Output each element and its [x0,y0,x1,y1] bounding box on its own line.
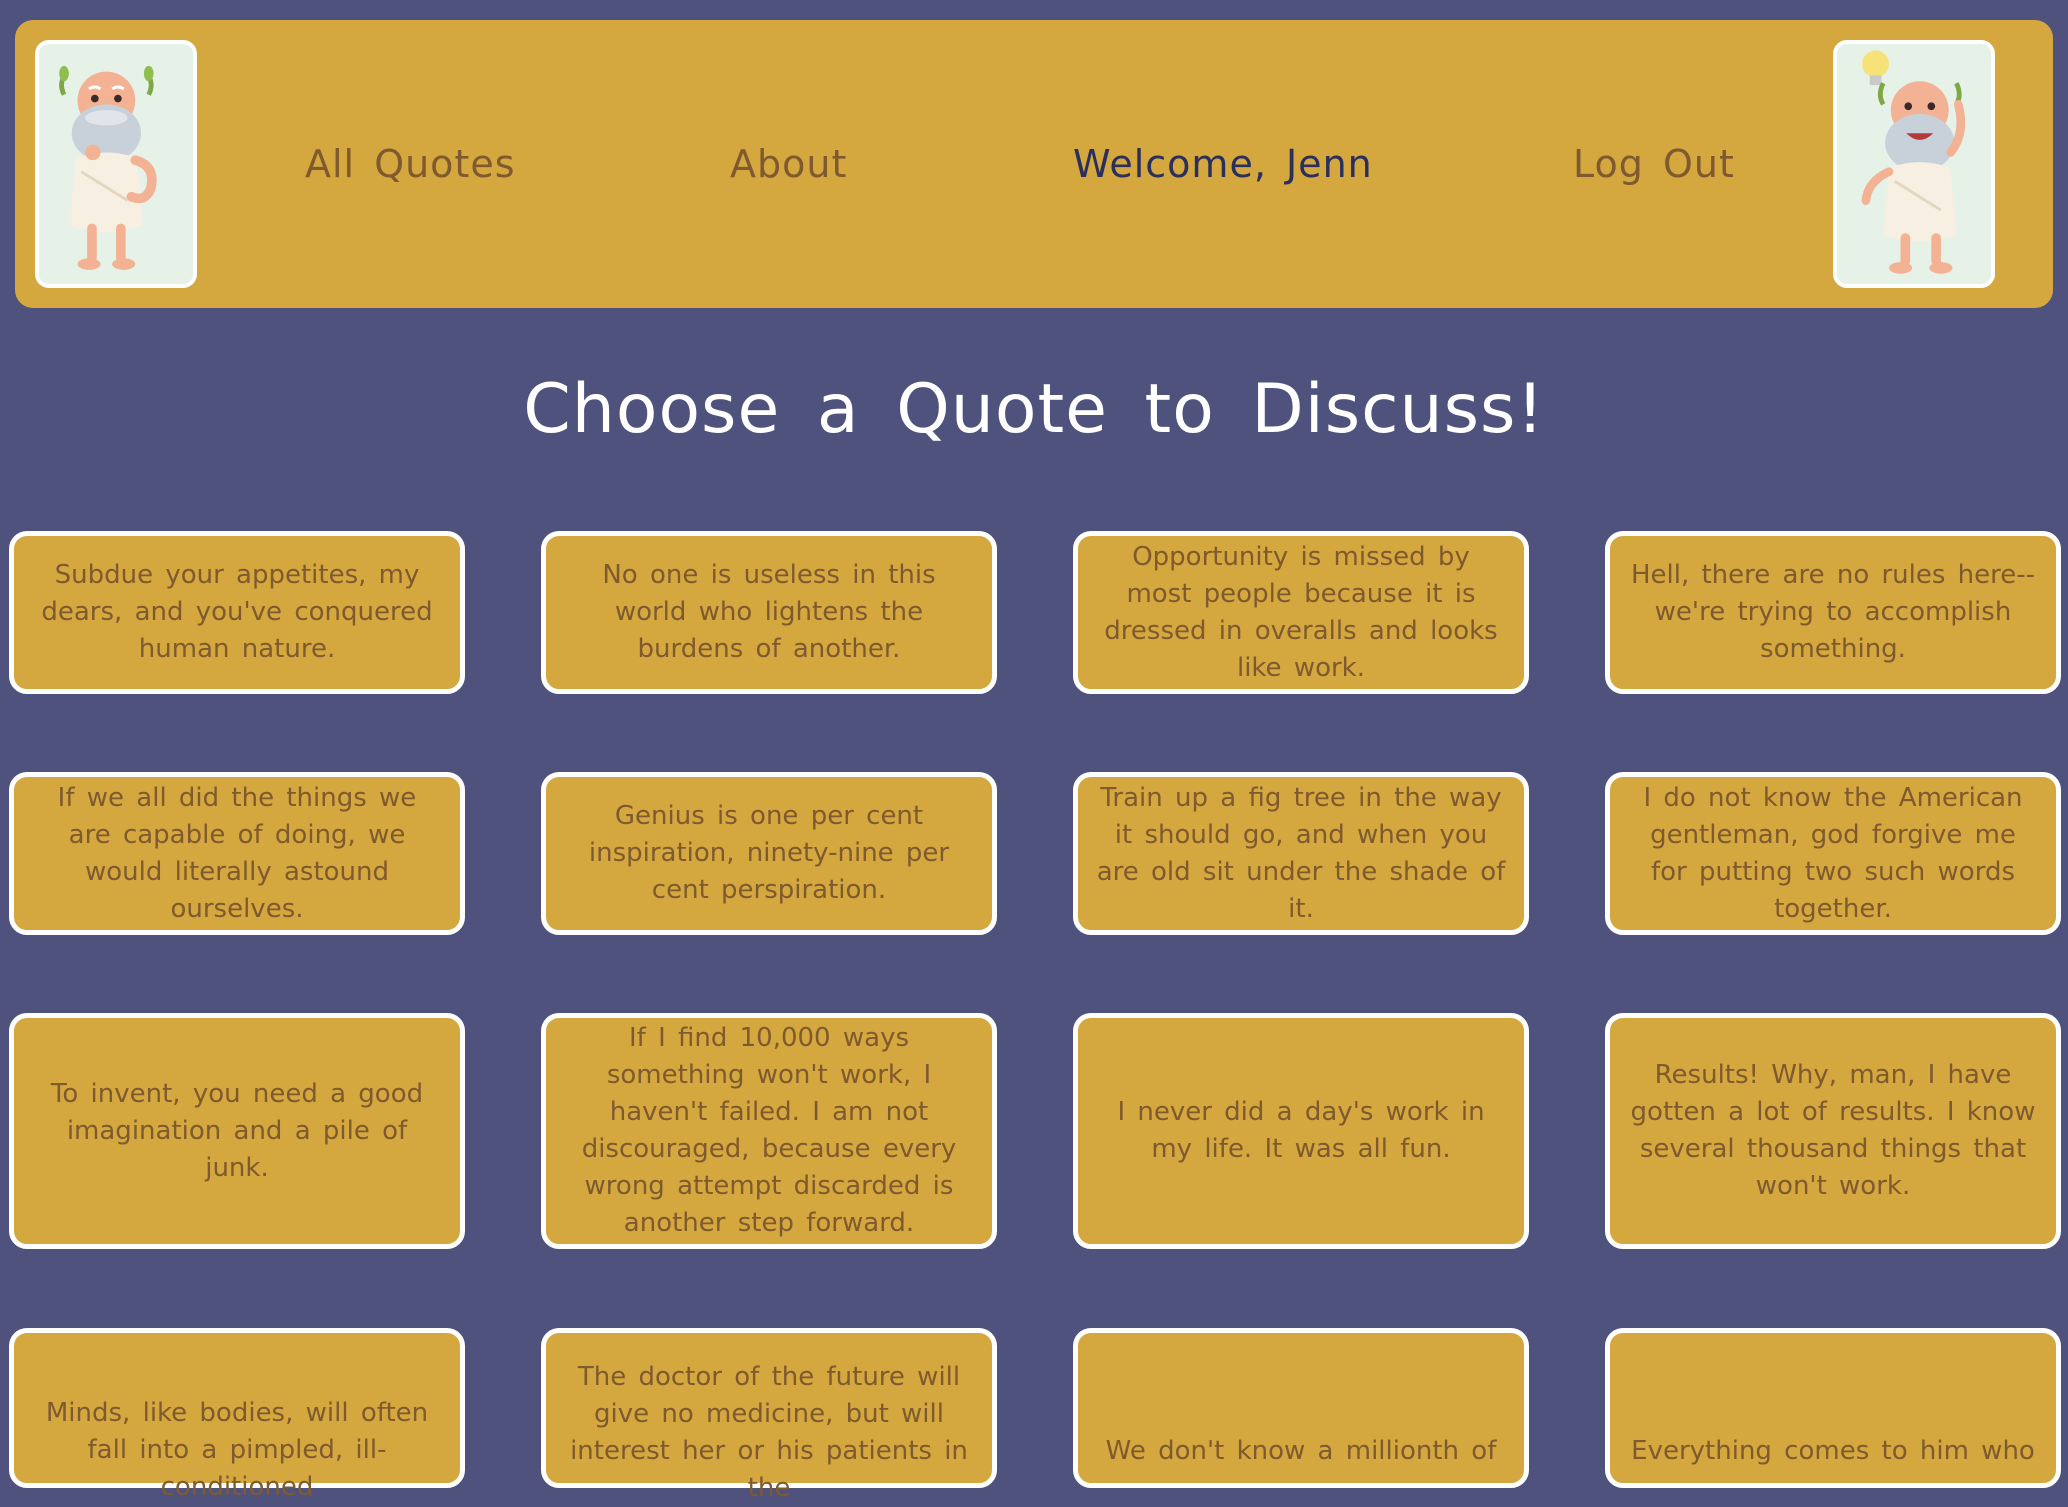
welcome-user-text: Welcome, Jenn [1073,142,1373,186]
idea-philosopher-icon [1833,40,1995,288]
quote-card[interactable]: The doctor of the future will give no me… [541,1328,997,1503]
quote-text: I never did a day's work in my life. It … [1117,1097,1485,1164]
quote-text: Opportunity is missed by most people bec… [1104,541,1498,683]
quote-card[interactable]: Opportunity is missed by most people bec… [1073,531,1529,694]
quote-text: We don't know a millionth of [1105,1436,1497,1466]
quote-card[interactable]: If I find 10,000 ways something won't wo… [541,1013,997,1249]
quote-card[interactable]: Train up a fig tree in the way it should… [1073,772,1529,935]
quote-card[interactable]: I do not know the American gentleman, go… [1605,772,2061,935]
nav-logout-link[interactable]: Log Out [1573,140,1735,188]
quote-card[interactable]: Everything comes to him who [1605,1328,2061,1488]
quote-text: To invent, you need a good imagination a… [50,1078,424,1183]
quote-text: Hell, there are no rules here-- we're tr… [1630,560,2036,664]
quote-text: Results! Why, man, I have gotten a lot o… [1630,1060,2036,1201]
top-navigation-bar: All Quotes About Welcome, Jenn Log Out [15,20,2053,308]
quote-card[interactable]: I never did a day's work in my life. It … [1073,1013,1529,1249]
quote-card[interactable]: We don't know a millionth of [1073,1328,1529,1488]
quote-card[interactable]: Minds, like bodies, will often fall into… [9,1328,465,1502]
quote-card[interactable]: To invent, you need a good imagination a… [9,1013,465,1249]
quote-text: If we all did the things we are capable … [57,782,417,924]
thinking-philosopher-icon [35,40,197,288]
quote-text: Train up a fig tree in the way it should… [1096,782,1506,924]
quote-card[interactable]: No one is useless in this world who ligh… [541,531,997,694]
page-title: Choose a Quote to Discuss! [523,370,1545,449]
quote-card[interactable]: Results! Why, man, I have gotten a lot o… [1605,1013,2061,1249]
quote-text: The doctor of the future will give no me… [570,1362,968,1503]
quote-text: If I find 10,000 ways something won't wo… [581,1023,957,1238]
quote-card[interactable]: Genius is one per cent inspiration, nine… [541,772,997,935]
quote-text: No one is useless in this world who ligh… [602,560,936,664]
nav-all-quotes-link[interactable]: All Quotes [305,140,516,188]
quote-text: Genius is one per cent inspiration, nine… [588,801,950,905]
quote-text: Subdue your appetites, my dears, and you… [41,560,433,664]
quote-text: I do not know the American gentleman, go… [1643,782,2023,924]
quote-text: Everything comes to him who [1631,1436,2035,1466]
quote-card[interactable]: If we all did the things we are capable … [9,772,465,935]
quote-card[interactable]: Subdue your appetites, my dears, and you… [9,531,465,694]
quote-card[interactable]: Hell, there are no rules here-- we're tr… [1605,531,2061,694]
quote-text: Minds, like bodies, will often fall into… [45,1398,429,1502]
nav-about-link[interactable]: About [730,140,847,188]
